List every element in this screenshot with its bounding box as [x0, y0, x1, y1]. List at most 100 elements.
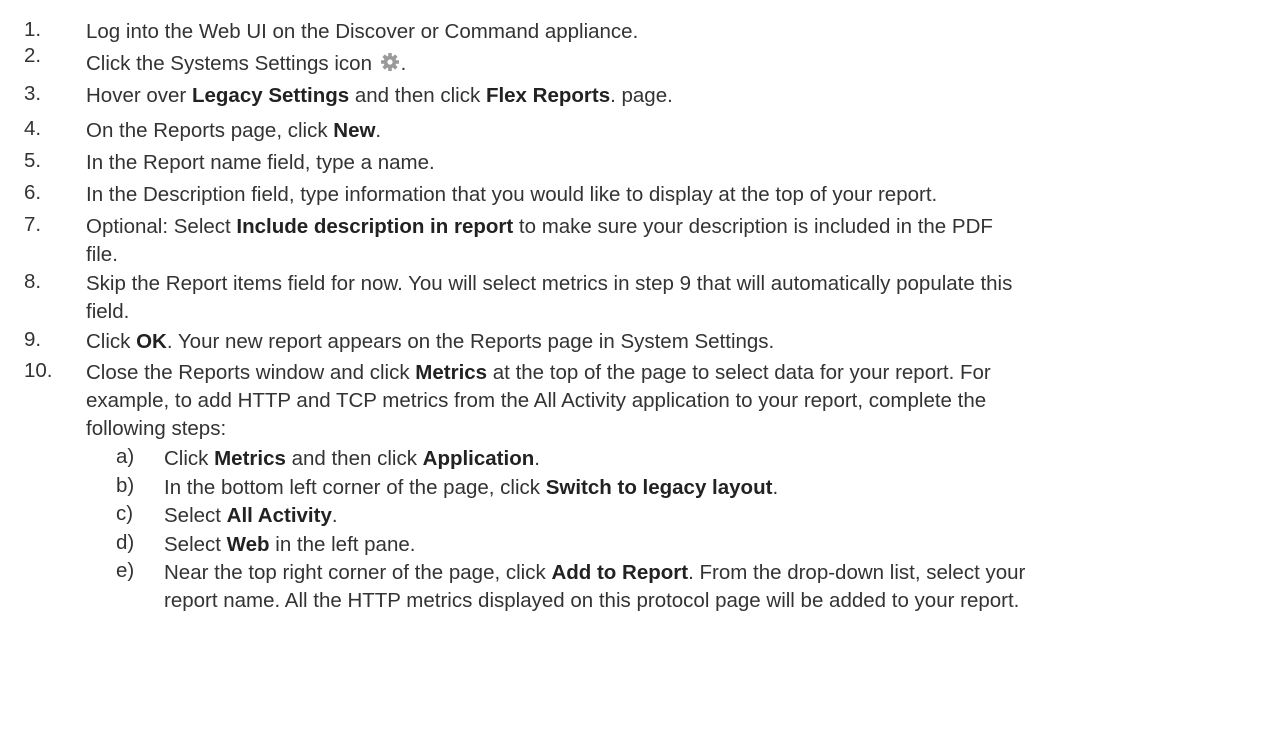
text-segment: file. — [86, 243, 118, 266]
text-segment: . Your new report appears on the Reports… — [166, 330, 775, 353]
step-text: Click the Systems Settings icon . — [86, 50, 406, 80]
step-item: 1. Log into the Web UI on the Discover or… — [24, 18, 638, 46]
text-segment: . — [375, 119, 382, 142]
step-item: 6. In the Description field, type informa… — [24, 181, 937, 209]
text-segment: . — [400, 52, 407, 75]
bold-term: Metrics — [214, 447, 286, 470]
text-segment: Near the top right corner of the page, c… — [164, 561, 552, 584]
text-segment: and then click — [349, 84, 486, 107]
step-number: 5. — [24, 149, 42, 172]
substep-text: Click Metrics and then click Application… — [164, 445, 540, 473]
text-line: Click OK. Your new report appears on the… — [86, 328, 774, 356]
substep-text: Near the top right corner of the page, c… — [164, 559, 1025, 615]
step-number: 7. — [24, 213, 42, 236]
step-text: In the Description field, type informati… — [86, 181, 937, 209]
substep-text: Select All Activity. — [164, 502, 338, 530]
text-line: Click the Systems Settings icon . — [86, 50, 406, 80]
text-segment: . From the drop-down list, select your — [688, 561, 1026, 584]
step-number: 8. — [24, 270, 42, 293]
substep-label: a) — [116, 445, 135, 468]
step-item: 4. On the Reports page, click New. — [24, 117, 381, 145]
text-line: example, to add HTTP and TCP metrics fro… — [86, 387, 991, 415]
bold-term: Add to Report — [551, 561, 689, 584]
step-text: On the Reports page, click New. — [86, 117, 381, 145]
text-segment: Click — [164, 447, 215, 470]
text-segment: . — [772, 476, 779, 499]
text-line: Log into the Web UI on the Discover or C… — [86, 18, 638, 46]
text-line: In the Description field, type informati… — [86, 181, 937, 209]
substep-label: d) — [116, 531, 135, 554]
text-segment: Select — [164, 533, 227, 556]
substep-text: In the bottom left corner of the page, c… — [164, 474, 778, 502]
step-item: 7. Optional: Select Include description i… — [24, 213, 993, 269]
text-line: Hover over Legacy Settings and then clic… — [86, 82, 673, 110]
step-item: 8. Skip the Report items field for now. Y… — [24, 270, 1012, 326]
step-number: 1. — [24, 18, 42, 41]
text-line: In the bottom left corner of the page, c… — [164, 474, 778, 502]
step-number: 6. — [24, 181, 42, 204]
text-segment: Log into the Web UI on the Discover or C… — [86, 20, 639, 43]
text-line: Select All Activity. — [164, 502, 338, 530]
step-number: 9. — [24, 328, 42, 351]
step-item: 3. Hover over Legacy Settings and then cl… — [24, 82, 673, 110]
text-segment: following steps: — [86, 417, 227, 440]
text-line: Select Web in the left pane. — [164, 531, 415, 559]
step-number: 4. — [24, 117, 42, 140]
text-line: Click Metrics and then click Application… — [164, 445, 540, 473]
text-segment: Optional: Select — [86, 215, 237, 238]
text-line: Close the Reports window and click Metri… — [86, 359, 991, 387]
text-line: following steps: — [86, 415, 991, 443]
step-text: Skip the Report items field for now. You… — [86, 270, 1012, 326]
bold-term: OK — [136, 330, 167, 353]
text-segment: at the top of the page to select data fo… — [487, 361, 991, 384]
text-segment: On the Reports page, click — [86, 119, 334, 142]
text-segment: Select — [164, 504, 227, 527]
bold-term: Include description in report — [236, 215, 514, 238]
substep-label: b) — [116, 474, 135, 497]
text-line: Near the top right corner of the page, c… — [164, 559, 1025, 587]
bold-term: New — [333, 119, 376, 142]
substep-item: b) In the bottom left corner of the page,… — [116, 474, 778, 502]
bold-term: Legacy Settings — [191, 84, 350, 107]
step-item: 5. In the Report name field, type a name. — [24, 149, 435, 177]
substep-item: a) Click Metrics and then click Applicati… — [116, 445, 540, 473]
text-segment: and then click — [285, 447, 423, 470]
text-line: field. — [86, 298, 1012, 326]
text-segment: . page. — [610, 84, 673, 107]
gear-icon — [380, 52, 400, 80]
text-line: In the Report name field, type a name. — [86, 149, 435, 177]
text-line: On the Reports page, click New. — [86, 117, 381, 145]
bold-term: Metrics — [415, 361, 488, 384]
text-segment: example, to add HTTP and TCP metrics fro… — [86, 389, 987, 412]
text-line: file. — [86, 241, 993, 269]
text-segment: in the left pane. — [269, 533, 416, 556]
text-segment: In the bottom left corner of the page, c… — [164, 476, 546, 499]
step-item: 2. Click the Systems Settings icon . — [24, 44, 406, 80]
text-segment: Hover over — [86, 84, 192, 107]
step-text: Hover over Legacy Settings and then clic… — [86, 82, 673, 110]
step-number: 3. — [24, 82, 42, 105]
step-number: 10. — [24, 359, 53, 382]
text-segment: Close the Reports window and click — [86, 361, 416, 384]
text-segment: . — [534, 447, 540, 470]
step-text: Close the Reports window and click Metri… — [86, 359, 991, 443]
step-text: Log into the Web UI on the Discover or C… — [86, 18, 638, 46]
text-segment: Skip the Report items field for now. You… — [86, 272, 1013, 295]
substep-label: e) — [116, 559, 135, 582]
text-line: Skip the Report items field for now. You… — [86, 270, 1012, 298]
substep-item: c) Select All Activity. — [116, 502, 338, 530]
substep-item: e) Near the top right corner of the page,… — [116, 559, 1025, 615]
step-item: 10. Close the Reports window and click Me… — [24, 359, 1025, 612]
bold-term: Web — [226, 533, 270, 556]
bold-term: Flex Reports — [485, 84, 611, 107]
text-segment: Click — [86, 330, 137, 353]
text-segment: In the Report name field, type a name. — [86, 151, 435, 174]
text-segment: field. — [86, 300, 130, 323]
bold-term: All Activity — [226, 504, 332, 527]
text-segment: In the Description field, type informati… — [86, 183, 938, 206]
step-item: 9. Click OK. Your new report appears on t… — [24, 328, 774, 356]
step-text: Optional: Select Include description in … — [86, 213, 993, 269]
instructions-page: 1. Log into the Web UI on the Discover or… — [0, 0, 1285, 750]
text-segment: to make sure your description is include… — [513, 215, 993, 238]
text-segment: Click the Systems Settings icon — [86, 52, 378, 75]
